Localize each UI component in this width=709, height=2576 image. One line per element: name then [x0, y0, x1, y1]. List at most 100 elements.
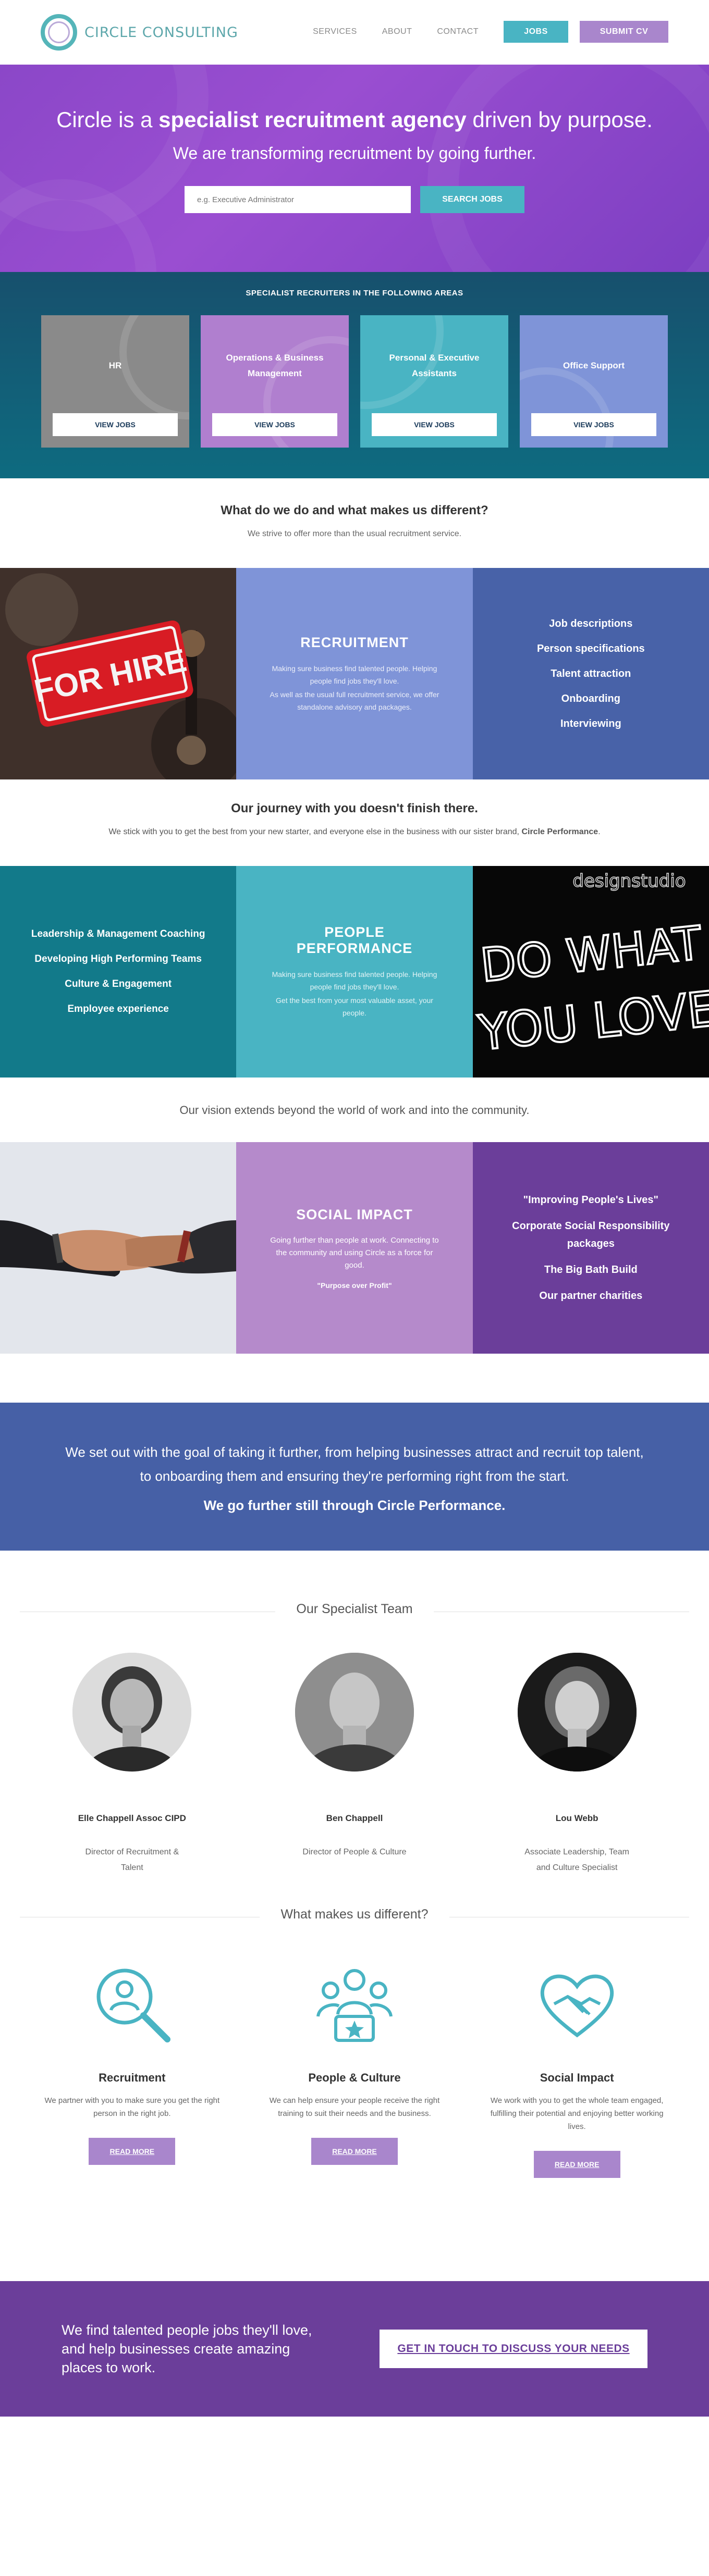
social-impact-panel: SOCIAL IMPACT Going further than people … — [236, 1142, 473, 1354]
list-item: Interviewing — [560, 718, 621, 729]
list-item: Leadership & Management Coaching — [31, 928, 205, 939]
team-heading: Our Specialist Team — [0, 1602, 709, 1623]
difference-text: We can help ensure your people receive t… — [269, 2096, 440, 2118]
list-item: Developing High Performing Teams — [34, 953, 202, 964]
cta-text: We find talented people jobs they'll lov… — [62, 2322, 312, 2375]
performance-text-1: Making sure business find talented peopl… — [272, 970, 437, 991]
difference-title: People & Culture — [308, 2071, 401, 2084]
intro-text: We strive to offer more than the usual r… — [247, 529, 462, 538]
get-in-touch-button[interactable]: GET IN TOUCH TO DISCUSS YOUR NEEDS — [380, 2330, 647, 2368]
performance-title: PEOPLE PERFORMANCE — [296, 924, 413, 956]
performance-text-2: Get the best from your most valuable ass… — [276, 996, 433, 1017]
mission-statement: We set out with the goal of taking it fu… — [0, 1403, 709, 1551]
site-header: CIRCLE CONSULTING SERVICES ABOUT CONTACT… — [0, 0, 709, 65]
recruitment-text-2: As well as the usual full recruitment se… — [270, 690, 439, 711]
nav-services[interactable]: SERVICES — [313, 27, 357, 36]
read-more-button[interactable]: READ MORE — [89, 2138, 176, 2165]
team-member: Lou Webb Associate Leadership, Team and … — [473, 1653, 681, 1876]
hero-headline: Circle is a specialist recruitment agenc… — [56, 107, 653, 132]
main-nav: SERVICES ABOUT CONTACT JOBS SUBMIT CV — [313, 21, 668, 43]
recruitment-title: RECRUITMENT — [300, 634, 409, 650]
page: CIRCLE CONSULTING SERVICES ABOUT CONTACT… — [0, 0, 709, 2576]
mission-strong-text: We go further still through Circle Perfo… — [203, 1497, 506, 1513]
member-name: Elle Chappell Assoc CIPD — [78, 1813, 186, 1823]
person-photo — [517, 1653, 637, 1772]
area-card-personal-assistants[interactable]: Personal & Executive Assistants VIEW JOB… — [360, 315, 508, 448]
neon-sign-illustration: designstudio DO WHAT YOU LOVE — [472, 866, 709, 1078]
area-card-operations[interactable]: Operations & Business Management VIEW JO… — [201, 315, 349, 448]
member-role: Associate Leadership, Team and Culture S… — [524, 1848, 629, 1872]
avatar — [72, 1653, 192, 1772]
difference-item: Recruitment We partner with you to make … — [28, 1962, 236, 2178]
performance-services-list: Leadership & Management Coaching Develop… — [0, 866, 237, 1078]
recruitment-text-1: Making sure business find talented peopl… — [272, 664, 437, 685]
list-item: Job descriptions — [549, 618, 633, 629]
social-impact-row: SOCIAL IMPACT Going further than people … — [0, 1142, 709, 1354]
search-jobs-button[interactable]: SEARCH JOBS — [420, 186, 524, 213]
do-what-you-love-image: designstudio DO WHAT YOU LOVE — [472, 866, 709, 1078]
team-section: Our Specialist Team Elle Chappell Assoc … — [0, 1551, 709, 1876]
team-members: Elle Chappell Assoc CIPD Director of Rec… — [0, 1653, 709, 1876]
difference-section: What makes us different? Recruitment We … — [0, 1876, 709, 2178]
areas-title: SPECIALIST RECRUITERS IN THE FOLLOWING A… — [246, 289, 463, 298]
area-cards: HR VIEW JOBS Operations & Business Manag… — [0, 315, 709, 448]
list-item: Corporate Social Responsibility packages — [512, 1220, 670, 1249]
member-role: Director of People & Culture — [302, 1848, 407, 1856]
social-impact-list: "Improving People's Lives" Corporate Soc… — [472, 1142, 709, 1354]
list-item: Employee experience — [67, 1004, 169, 1014]
difference-title: Social Impact — [540, 2071, 614, 2084]
difference-items: Recruitment We partner with you to make … — [0, 1962, 709, 2178]
social-impact-quote: "Purpose over Profit" — [317, 1281, 392, 1290]
difference-text: We partner with you to make sure you get… — [44, 2096, 220, 2118]
circle-performance-link[interactable]: Circle Performance — [521, 827, 598, 836]
difference-title: Recruitment — [99, 2071, 166, 2084]
journey-title: Our journey with you doesn't finish ther… — [231, 801, 478, 815]
list-item: Person specifications — [536, 643, 645, 654]
list-item: Onboarding — [561, 693, 620, 704]
performance-panel: PEOPLE PERFORMANCE Making sure business … — [236, 866, 473, 1078]
search-person-icon — [96, 1968, 171, 2042]
logo[interactable]: CIRCLE CONSULTING — [41, 14, 238, 51]
recruitment-row: FOR HIRE RECRUITMENT Making sure busines… — [0, 568, 709, 779]
view-jobs-button[interactable]: VIEW JOBS — [372, 413, 497, 436]
read-more-button[interactable]: READ MORE — [533, 2151, 620, 2178]
view-jobs-button[interactable]: VIEW JOBS — [212, 413, 337, 436]
read-more-button[interactable]: READ MORE — [311, 2138, 398, 2165]
difference-heading: What makes us different? — [0, 1907, 709, 1928]
member-name: Ben Chappell — [326, 1813, 383, 1823]
hero-section: Circle is a specialist recruitment agenc… — [0, 65, 709, 272]
view-jobs-button[interactable]: VIEW JOBS — [531, 413, 656, 436]
vision-section: Our vision extends beyond the world of w… — [0, 1078, 709, 1142]
specialist-areas-section: SPECIALIST RECRUITERS IN THE FOLLOWING A… — [0, 272, 709, 478]
member-name: Lou Webb — [555, 1813, 598, 1823]
view-jobs-button[interactable]: VIEW JOBS — [53, 413, 178, 436]
area-card-hr[interactable]: HR VIEW JOBS — [41, 315, 189, 448]
nav-contact[interactable]: CONTACT — [437, 27, 479, 36]
nav-about[interactable]: ABOUT — [382, 27, 412, 36]
job-search-input[interactable] — [185, 186, 411, 213]
difference-item: Social Impact We work with you to get th… — [473, 1962, 681, 2178]
submit-cv-button[interactable]: SUBMIT CV — [580, 21, 668, 43]
list-item: Culture & Engagement — [65, 979, 172, 989]
contact-cta: We find talented people jobs they'll lov… — [0, 2281, 709, 2417]
recruitment-panel: RECRUITMENT Making sure business find ta… — [236, 568, 473, 779]
list-item: Talent attraction — [551, 668, 631, 679]
jobs-button[interactable]: JOBS — [504, 21, 568, 43]
vision-text: Our vision extends beyond the world of w… — [179, 1104, 530, 1117]
team-member: Elle Chappell Assoc CIPD Director of Rec… — [28, 1653, 236, 1876]
area-card-office-support[interactable]: Office Support VIEW JOBS — [520, 315, 668, 448]
journey-section: Our journey with you doesn't finish ther… — [0, 779, 709, 866]
for-hire-sign-illustration: FOR HIRE — [0, 568, 237, 779]
logo-text: CIRCLE CONSULTING — [84, 24, 238, 41]
mission-text: We set out with the goal of taking it fu… — [65, 1444, 644, 1484]
avatar — [517, 1653, 637, 1772]
avatar — [295, 1653, 414, 1772]
performance-row: Leadership & Management Coaching Develop… — [0, 866, 709, 1078]
member-role: Director of Recruitment & Talent — [85, 1848, 179, 1872]
difference-item: People & Culture We can help ensure your… — [250, 1962, 459, 2178]
person-photo — [72, 1653, 192, 1772]
heart-handshake-icon — [540, 1974, 614, 2038]
list-item: Our partner charities — [539, 1290, 643, 1302]
team-member: Ben Chappell Director of People & Cultur… — [250, 1653, 459, 1876]
intro-title: What do we do and what makes us differen… — [221, 503, 488, 517]
